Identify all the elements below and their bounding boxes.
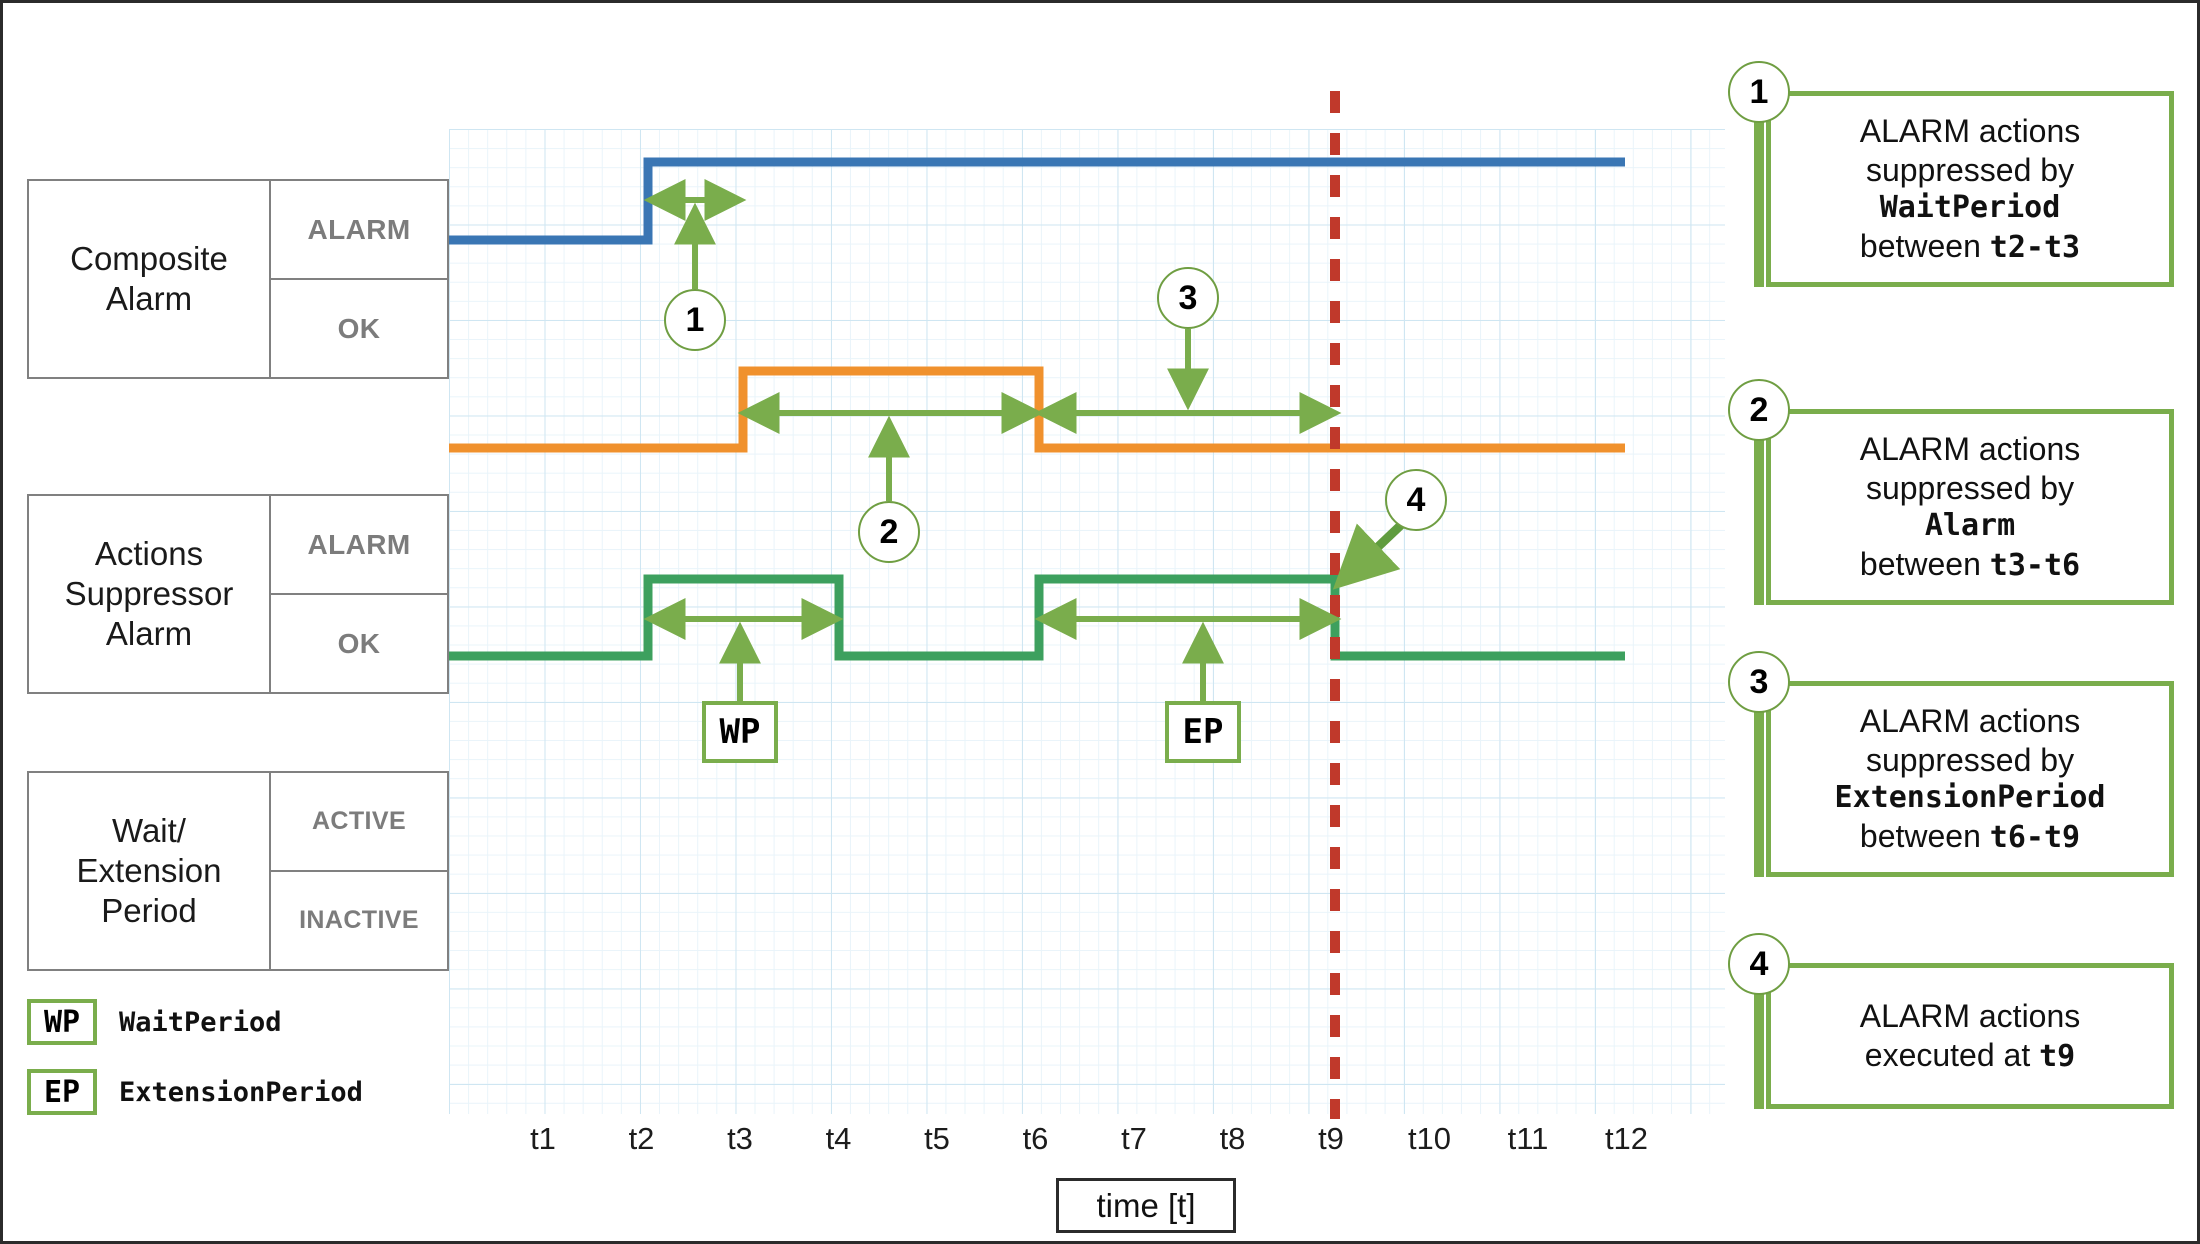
callout-3-line2: suppressed by [1865, 741, 2075, 778]
callout-3-line4: between t6-t9 [1859, 817, 2081, 855]
state-composite-high: ALARM [307, 213, 411, 245]
chart-bubble-3-label: 3 [1178, 278, 1198, 317]
row-label-composite-alarm-name: Composite Alarm [29, 181, 271, 377]
x-tick-t7: t7 [1121, 1121, 1147, 1156]
callout-1-number: 1 [1728, 61, 1790, 123]
plot-marker-wp-label: WP [719, 712, 761, 752]
row-states-suppressor-alarm: ALARM OK [271, 496, 447, 692]
row-label-suppressor-alarm-name: Actions Suppressor Alarm [29, 496, 271, 692]
state-wait-low: INACTIVE [271, 870, 447, 969]
x-tick-t4: t4 [825, 1121, 852, 1156]
row-label-composite-alarm: Composite Alarm ALARM OK [27, 179, 449, 379]
x-tick-t10: t10 [1407, 1121, 1452, 1156]
legend-chip-ep: EP [27, 1069, 97, 1115]
legend-label-extensionperiod: ExtensionPeriod [119, 1076, 363, 1108]
callout-2-number: 2 [1728, 379, 1790, 441]
callout-1-line2: suppressed by [1865, 151, 2075, 188]
callout-3-line1: ALARM actions [1859, 702, 2081, 739]
x-tick-t9: t9 [1318, 1121, 1344, 1156]
callout-4-line2: executed at t9 [1864, 1036, 2076, 1074]
chart-plot-area: 1 2 3 4 WP EP [449, 91, 1725, 1119]
callout-1-line1: ALARM actions [1859, 112, 2081, 149]
x-tick-t12: t12 [1604, 1121, 1649, 1156]
x-tick-t8: t8 [1219, 1121, 1246, 1156]
legend-item-waitperiod: WP WaitPeriod [27, 999, 282, 1045]
callout-2-keyword: Alarm [1924, 507, 2016, 543]
callout-2: ALARM actions suppressed by Alarm betwee… [1766, 409, 2174, 605]
x-tick-t6: t6 [1022, 1121, 1049, 1156]
callout-1: ALARM actions suppressed by WaitPeriod b… [1766, 91, 2174, 287]
callout-2-line1: ALARM actions [1859, 430, 2081, 467]
callout-1-line4: between t2-t3 [1859, 227, 2081, 265]
plot-marker-ep-label: EP [1182, 712, 1224, 752]
chart-bubble-2: 2 [858, 501, 920, 563]
x-tick-t3: t3 [727, 1121, 753, 1156]
x-tick-t5: t5 [924, 1121, 950, 1156]
x-tick-t2: t2 [628, 1121, 655, 1156]
chart-bubble-4: 4 [1385, 469, 1447, 531]
x-tick-t1: t1 [530, 1121, 556, 1156]
row-states-wait-extension-period: ACTIVE INACTIVE [271, 773, 447, 969]
legend-label-waitperiod: WaitPeriod [119, 1006, 282, 1038]
row-label-wait-extension-period: Wait/ Extension Period ACTIVE INACTIVE [27, 771, 449, 971]
chart-grid [449, 129, 1725, 1114]
state-composite-low: OK [271, 278, 447, 377]
chart-bubble-3: 3 [1157, 267, 1219, 329]
x-axis-title: time [t] [1056, 1178, 1236, 1233]
callout-4-number: 4 [1728, 933, 1790, 995]
x-tick-t11: t11 [1507, 1121, 1549, 1156]
chart-bubble-1: 1 [664, 289, 726, 351]
callout-2-line4: between t3-t6 [1859, 545, 2081, 583]
legend-item-extensionperiod: EP ExtensionPeriod [27, 1069, 363, 1115]
callout-3-number: 3 [1728, 651, 1790, 713]
chart-bubble-2-label: 2 [879, 512, 899, 551]
callout-3-keyword: ExtensionPeriod [1834, 779, 2106, 815]
row-states-composite-alarm: ALARM OK [271, 181, 447, 377]
callout-1-keyword: WaitPeriod [1879, 189, 2061, 225]
chart-bubble-1-label: 1 [685, 300, 705, 339]
state-wait-high: ACTIVE [311, 807, 407, 835]
callout-4-line1: ALARM actions [1859, 997, 2081, 1034]
row-label-suppressor-alarm: Actions Suppressor Alarm ALARM OK [27, 494, 449, 694]
callout-4: ALARM actions executed at t9 [1766, 963, 2174, 1109]
state-suppressor-high: ALARM [307, 528, 411, 560]
callout-2-line2: suppressed by [1865, 469, 2075, 506]
diagram-root: 1 2 3 4 WP EP Composite Alarm ALARM OK A… [0, 0, 2200, 1244]
plot-marker-ep: EP [1165, 701, 1241, 763]
callout-3: ALARM actions suppressed by ExtensionPer… [1766, 681, 2174, 877]
chart-bubble-4-label: 4 [1406, 480, 1426, 519]
legend-chip-wp: WP [27, 999, 97, 1045]
row-label-wait-extension-period-name: Wait/ Extension Period [29, 773, 271, 969]
state-suppressor-low: OK [271, 593, 447, 692]
plot-marker-wp: WP [702, 701, 778, 763]
